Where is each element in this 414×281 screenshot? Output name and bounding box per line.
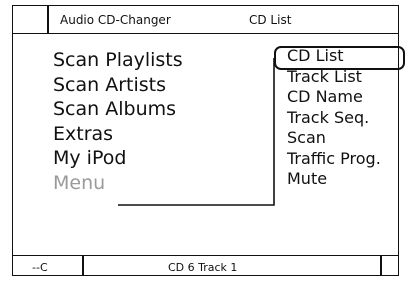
status-track-text: CD 6 Track 1 [168,261,238,274]
mode-title: CD List [249,13,292,27]
submenu-item-track-seq[interactable]: Track Seq. [287,108,381,129]
menu-item-my-ipod[interactable]: My iPod [53,146,183,171]
main-menu: Scan Playlists Scan Artists Scan Albums … [53,48,183,195]
app-title: Audio CD-Changer [60,13,171,27]
menu-item-extras[interactable]: Extras [53,122,183,147]
submenu-item-traffic-prog[interactable]: Traffic Prog. [287,149,381,170]
menu-item-scan-albums[interactable]: Scan Albums [53,97,183,122]
status-divider-left [82,256,84,276]
submenu: CD List Track List CD Name Track Seq. Sc… [287,46,381,190]
menu-item-scan-artists[interactable]: Scan Artists [53,73,183,98]
submenu-item-mute[interactable]: Mute [287,169,381,190]
submenu-item-track-list[interactable]: Track List [287,67,381,88]
menu-item-scan-playlists[interactable]: Scan Playlists [53,48,183,73]
menu-item-menu[interactable]: Menu [53,171,183,196]
submenu-item-cd-name[interactable]: CD Name [287,87,381,108]
submenu-item-cd-list[interactable]: CD List [287,46,381,67]
status-divider-right [380,256,382,276]
submenu-item-scan[interactable]: Scan [287,128,381,149]
header-divider [47,5,49,34]
status-left-text: --C [32,261,48,274]
